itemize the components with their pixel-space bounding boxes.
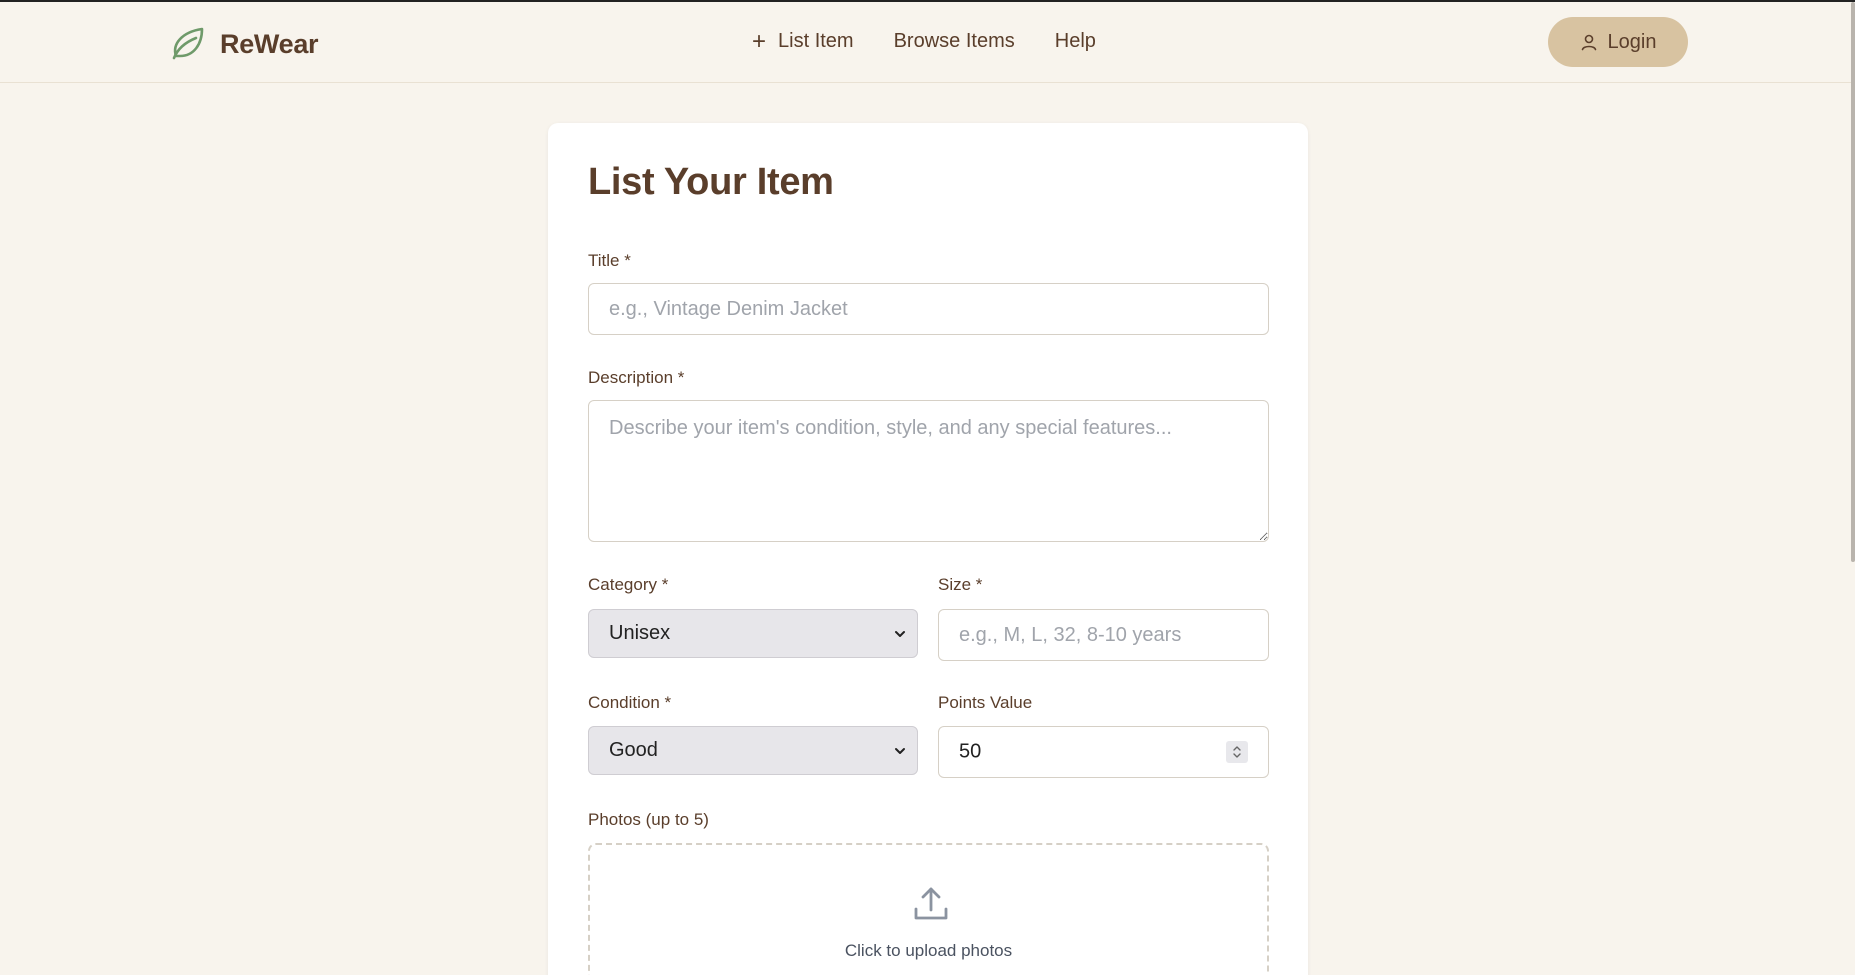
page-title: List Your Item [588,161,834,203]
points-value-label: Points Value [938,693,1033,712]
condition-label: Condition * [588,693,672,712]
nav-list-item-label: List Item [778,30,854,52]
brand-logo-link[interactable]: ReWear [168,24,319,64]
list-item-form-card: List Your Item Title * Description * Cat… [548,123,1308,975]
condition-selected-value: Good [609,739,658,761]
nav-browse-items-label: Browse Items [893,30,1015,52]
description-textarea[interactable] [588,400,1269,542]
nav-help[interactable]: Help [1055,30,1096,53]
spinner-arrows-icon [1233,746,1241,758]
size-label: Size * [938,575,983,594]
title-input[interactable] [588,283,1269,335]
user-icon [1581,34,1596,51]
photos-label: Photos (up to 5) [588,810,709,829]
category-selected-value: Unisex [609,622,671,644]
upload-icon [914,887,948,920]
plus-icon: + [752,27,767,55]
upload-text: Click to upload photos [844,941,1013,960]
description-label: Description * [588,368,685,387]
page-scrollbar-thumb[interactable] [1851,2,1855,562]
nav-browse-items[interactable]: Browse Items [894,30,1015,53]
category-select[interactable]: Unisex [588,609,918,658]
login-label: Login [1607,30,1657,53]
chevron-down-icon [895,630,905,637]
main-nav: + List Item Browse Items Help [752,27,1096,55]
number-spinner[interactable] [1226,741,1248,763]
chevron-down-icon [895,747,905,754]
condition-select[interactable]: Good [588,726,918,775]
leaf-icon [172,27,204,60]
nav-help-label: Help [1054,30,1096,52]
nav-list-item[interactable]: + List Item [752,27,854,55]
points-value-input[interactable]: 50 [938,726,1269,778]
title-label: Title * [588,251,631,270]
category-label: Category * [588,575,669,594]
site-header: ReWear + List Item Browse Items Help Log… [0,2,1851,83]
photo-upload-dropzone[interactable]: Click to upload photos [588,843,1269,975]
brand-name: ReWear [220,28,319,59]
size-input[interactable] [938,609,1269,661]
points-value: 50 [959,740,982,763]
login-button[interactable]: Login [1548,17,1688,67]
